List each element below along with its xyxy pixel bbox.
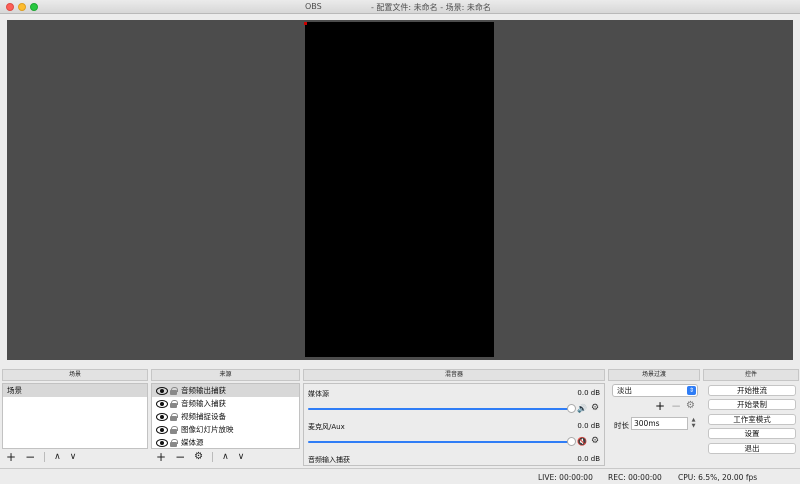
mixer-dock-title: 混音器 (303, 369, 605, 381)
volume-slider[interactable] (308, 408, 572, 410)
toolbar-divider (212, 452, 214, 462)
scene-item[interactable]: 场景 (3, 384, 147, 397)
lock-icon[interactable] (170, 412, 178, 421)
sources-toolbar: + − ⚙ ∧ ∨ (156, 450, 253, 464)
remove-source-icon[interactable]: − (175, 451, 185, 463)
move-source-up-icon[interactable]: ∧ (222, 451, 229, 463)
visibility-eye-icon[interactable] (156, 439, 168, 447)
mixer-panel: 媒体源 0.0 dB 🔊 ⚙ 麦克风/Aux 0.0 dB 🔇 ⚙ 音频输入捕获… (303, 383, 605, 466)
output-canvas[interactable] (304, 22, 494, 357)
speaker-icon[interactable]: 🔊 (577, 404, 587, 413)
scenes-dock-title: 场景 (2, 369, 148, 381)
sources-list[interactable]: 音频输出捕获 音频输入捕获 视频捕捉设备 图像幻灯片放映 媒体源 (151, 383, 300, 449)
duration-input[interactable]: 300ms (631, 417, 688, 430)
source-item[interactable]: 图像幻灯片放映 (152, 423, 299, 436)
mixer-channel-db: 0.0 dB (577, 422, 600, 430)
lock-icon[interactable] (170, 438, 178, 447)
toolbar-divider (44, 452, 46, 462)
channel-gear-icon[interactable]: ⚙ (591, 437, 599, 446)
duration-value: 300ms (634, 419, 660, 428)
live-timer: LIVE: 00:00:00 (538, 473, 593, 482)
mixer-channel-name: 麦克风/Aux (308, 423, 345, 431)
start-recording-button[interactable]: 开始录制 (708, 399, 796, 410)
move-scene-down-icon[interactable]: ∨ (70, 451, 77, 463)
zoom-window-button[interactable] (30, 3, 38, 11)
source-item-label: 音频输出捕获 (181, 386, 226, 395)
mixer-channel-db: 0.0 dB (577, 389, 600, 397)
transition-gear-icon[interactable]: ⚙ (686, 401, 695, 411)
settings-button[interactable]: 设置 (708, 428, 796, 439)
studio-mode-button[interactable]: 工作室模式 (708, 414, 796, 425)
visibility-eye-icon[interactable] (156, 426, 168, 434)
visibility-eye-icon[interactable] (156, 400, 168, 408)
select-arrows-icon: ⇕ (687, 386, 696, 395)
channel-gear-icon[interactable]: ⚙ (591, 404, 599, 413)
add-scene-icon[interactable]: + (6, 451, 16, 463)
scene-item-label: 场景 (7, 386, 22, 395)
scenes-toolbar: + − ∧ ∨ (6, 450, 85, 464)
app-name: OBS (305, 2, 322, 11)
volume-slider-handle[interactable] (567, 404, 576, 413)
lock-icon[interactable] (170, 386, 178, 395)
muted-speaker-icon[interactable]: 🔇 (577, 437, 587, 446)
controls-dock-title: 控件 (703, 369, 799, 381)
source-item-label: 视频捕捉设备 (181, 412, 226, 421)
add-transition-icon[interactable]: + (655, 400, 665, 412)
source-item[interactable]: 视频捕捉设备 (152, 410, 299, 423)
close-window-button[interactable] (6, 3, 14, 11)
source-item-label: 音频输入捕获 (181, 399, 226, 408)
move-scene-up-icon[interactable]: ∧ (54, 451, 61, 463)
transitions-dock-title: 场景过渡 (608, 369, 700, 381)
preview-area (0, 15, 800, 367)
visibility-eye-icon[interactable] (156, 387, 168, 395)
lock-icon[interactable] (170, 399, 178, 408)
status-bar: LIVE: 00:00:00 REC: 00:00:00 CPU: 6.5%, … (0, 468, 800, 484)
transition-select-value: 淡出 (617, 386, 632, 395)
canvas-corner-marker (304, 22, 307, 25)
source-properties-gear-icon[interactable]: ⚙ (194, 451, 203, 463)
cpu-usage: CPU: 6.5%, 20.00 fps (678, 473, 758, 482)
scenes-list[interactable]: 场景 (2, 383, 148, 449)
mixer-channel-name: 音频输入捕获 (308, 456, 350, 464)
title-bar: OBS - 配置文件: 未命名 - 场景: 未命名 (0, 0, 800, 14)
source-item[interactable]: 音频输入捕获 (152, 397, 299, 410)
lock-icon[interactable] (170, 425, 178, 434)
volume-slider-handle[interactable] (567, 437, 576, 446)
source-item-label: 媒体源 (181, 438, 204, 447)
preview-display[interactable] (7, 20, 793, 360)
exit-button[interactable]: 退出 (708, 443, 796, 454)
remove-scene-icon[interactable]: − (25, 451, 35, 463)
visibility-eye-icon[interactable] (156, 413, 168, 421)
rec-timer: REC: 00:00:00 (608, 473, 662, 482)
minimize-window-button[interactable] (18, 3, 26, 11)
add-source-icon[interactable]: + (156, 451, 166, 463)
source-item[interactable]: 媒体源 (152, 436, 299, 449)
move-source-down-icon[interactable]: ∨ (238, 451, 245, 463)
duration-label: 时长 (614, 421, 629, 430)
mixer-channel-db: 0.0 dB (577, 455, 600, 463)
source-item-label: 图像幻灯片放映 (181, 425, 234, 434)
source-item[interactable]: 音频输出捕获 (152, 384, 299, 397)
window-title: - 配置文件: 未命名 - 场景: 未命名 (371, 3, 491, 12)
transition-select[interactable]: 淡出 ⇕ (612, 384, 698, 397)
duration-stepper[interactable]: ▲ ▼ (690, 417, 697, 430)
sources-dock-title: 来源 (151, 369, 300, 381)
volume-slider[interactable] (308, 441, 572, 443)
mixer-channel-name: 媒体源 (308, 390, 329, 398)
start-streaming-button[interactable]: 开始推流 (708, 385, 796, 396)
remove-transition-icon[interactable]: − (671, 400, 681, 412)
